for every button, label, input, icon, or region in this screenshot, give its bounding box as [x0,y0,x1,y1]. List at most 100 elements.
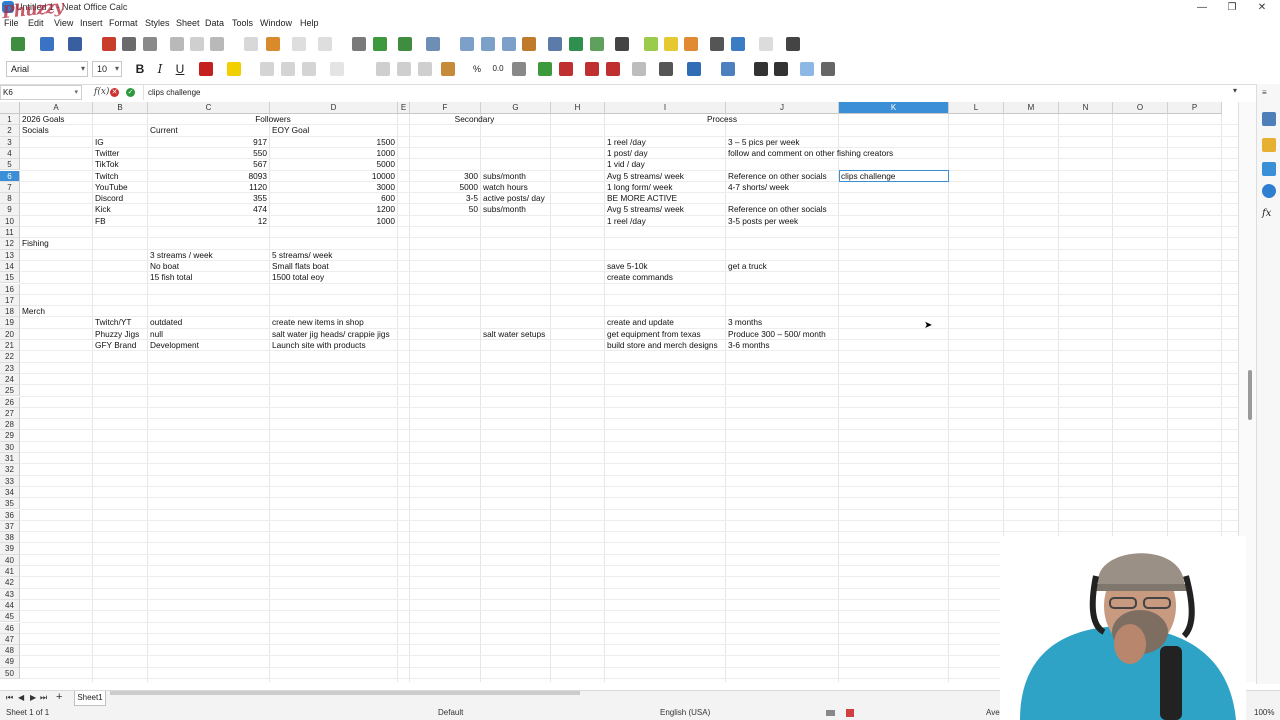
print-preview-icon[interactable] [143,37,157,51]
print-icon[interactable] [122,37,136,51]
row-header-27[interactable]: 27 [0,407,20,420]
previous-sheet-icon[interactable]: ◀ [18,693,24,702]
row-header-4[interactable]: 4 [0,147,20,160]
redo-icon[interactable] [318,37,332,51]
cell-j19[interactable]: 3 months [728,317,762,328]
next-sheet-icon[interactable]: ▶ [30,693,36,702]
row-header-14[interactable]: 14 [0,260,20,273]
row-header-6[interactable]: 6 [0,170,20,182]
border-color-icon[interactable] [687,62,701,76]
special-character-icon[interactable] [615,37,629,51]
row-header-44[interactable]: 44 [0,599,20,612]
highlight-color-icon[interactable] [227,62,241,76]
row-header-3[interactable]: 3 [0,136,20,148]
cell-j4[interactable]: follow and comment on other fishing crea… [728,148,893,159]
row-header-8[interactable]: 8 [0,193,20,205]
row-header-29[interactable]: 29 [0,430,20,442]
cell-c20[interactable]: null [150,329,163,340]
row-header-47[interactable]: 47 [0,633,20,646]
justify-icon[interactable] [330,62,344,76]
document-modified-icon[interactable] [846,709,854,717]
navigator-icon[interactable] [1262,184,1276,198]
cell-d20[interactable]: salt water jig heads/ crappie jigs [272,329,390,340]
delete-decimal-icon[interactable] [559,62,573,76]
cell-i4[interactable]: 1 post/ day [607,148,648,159]
cell-c15[interactable]: 15 fish total [150,272,192,283]
cell-c4[interactable]: 550 [148,148,267,159]
cell-i20[interactable]: get equipment from texas [607,329,701,340]
cell-b7[interactable]: YouTube [95,182,128,193]
cell-b21[interactable]: GFY Brand [95,340,136,351]
cell-b9[interactable]: Kick [95,204,111,215]
row-header-39[interactable]: 39 [0,543,20,555]
cell-c13[interactable]: 3 streams / week [150,250,213,261]
align-left-icon[interactable] [260,62,274,76]
font-size-box[interactable]: 10 ▾ [92,61,122,77]
column-header-m[interactable]: M [1004,102,1059,114]
select-all-corner[interactable] [0,102,20,114]
column-icon[interactable] [426,37,440,51]
row-header-13[interactable]: 13 [0,249,20,261]
cell-j10[interactable]: 3-5 posts per week [728,216,798,227]
row-header-21[interactable]: 21 [0,340,20,352]
find-replace-icon[interactable] [352,37,366,51]
cell-g7[interactable]: watch hours [483,182,528,193]
column-header-p[interactable]: P [1168,102,1222,114]
add-sheet-icon[interactable]: + [56,691,62,703]
cancel-icon[interactable]: ✕ [110,88,119,97]
menu-styles[interactable]: Styles [145,18,170,28]
insert-image-icon[interactable] [548,37,562,51]
row-header-38[interactable]: 38 [0,532,20,544]
cell-b8[interactable]: Discord [95,193,123,204]
expand-formula-bar-icon[interactable]: ▾ [1233,86,1237,95]
align-center-icon[interactable] [281,62,295,76]
column-header-c[interactable]: C [148,102,270,114]
cell-b6[interactable]: Twitch [95,171,119,182]
cell-d19[interactable]: create new items in shop [272,317,364,328]
cell-a18[interactable]: Merch [22,306,45,317]
cell-j9[interactable]: Reference on other socials [728,204,827,215]
cell-i15[interactable]: create commands [607,272,673,283]
text-direction-rtl-icon[interactable] [774,62,788,76]
row-header-7[interactable]: 7 [0,181,20,194]
column-header-o[interactable]: O [1113,102,1168,114]
cell-b19[interactable]: Twitch/YT [95,317,131,328]
row-header-32[interactable]: 32 [0,464,20,476]
currency-format-icon[interactable] [441,62,455,76]
align-bottom-icon[interactable] [418,62,432,76]
cell-c14[interactable]: No boat [150,261,179,272]
column-header-i[interactable]: I [605,102,726,114]
row-header-2[interactable]: 2 [0,125,20,137]
open-icon[interactable] [40,37,54,51]
close-button[interactable]: ✕ [1248,0,1276,16]
cell-d5[interactable]: 5000 [270,159,395,170]
row-header-46[interactable]: 46 [0,622,20,634]
cell-a2[interactable]: Socials [22,125,49,136]
row-header-23[interactable]: 23 [0,362,20,374]
row-header-40[interactable]: 40 [0,554,20,566]
column-header-k[interactable]: K [839,102,949,114]
cell-b5[interactable]: TikTok [95,159,119,170]
column-header-e[interactable]: E [398,102,410,114]
horizontal-scrollbar[interactable] [110,691,580,695]
cell-j14[interactable]: get a truck [728,261,767,272]
row-header-20[interactable]: 20 [0,328,20,340]
cell-f6[interactable]: 300 [410,171,478,182]
row-header-11[interactable]: 11 [0,227,20,239]
selection-mode-icon[interactable] [826,710,835,716]
functions-icon[interactable]: fx [1262,208,1276,222]
spelling-icon[interactable] [373,37,387,51]
menu-format[interactable]: Format [109,18,138,28]
menu-tools[interactable]: Tools [232,18,253,28]
cell-a1[interactable]: 2026 Goals [22,114,64,125]
font-color-icon[interactable] [199,62,213,76]
number-format-button[interactable]: 0.0 [490,62,506,76]
cell-f7[interactable]: 5000 [410,182,478,193]
row-header-18[interactable]: 18 [0,306,20,318]
menu-insert[interactable]: Insert [80,18,103,28]
clone-formatting-icon[interactable] [244,37,258,51]
sort-ascending-icon[interactable] [481,37,495,51]
zoom-level[interactable]: 100% [1254,706,1274,720]
cell-b3[interactable]: IG [95,137,104,148]
menu-help[interactable]: Help [300,18,319,28]
